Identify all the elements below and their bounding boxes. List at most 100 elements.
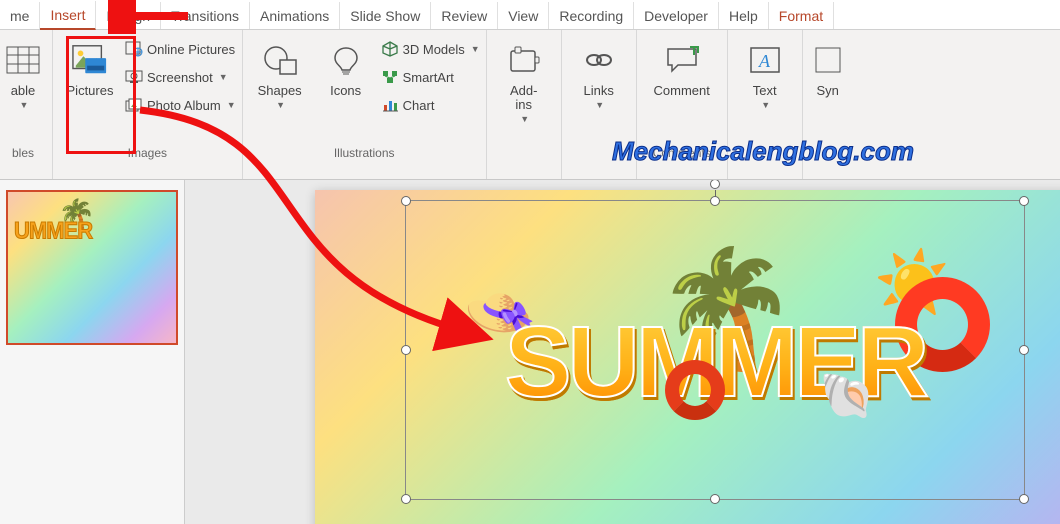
online-pictures-icon bbox=[125, 40, 143, 58]
resize-handle-sw[interactable] bbox=[401, 494, 411, 504]
group-tables: able ▼ bles bbox=[0, 30, 53, 179]
group-symbols: Syn bbox=[803, 30, 853, 179]
tab-design[interactable]: Design bbox=[96, 2, 161, 29]
photo-album-button[interactable]: Photo Album ▼ bbox=[125, 94, 236, 116]
textbox-icon: A bbox=[747, 42, 783, 78]
group-label-text bbox=[734, 144, 796, 162]
screenshot-label: Screenshot bbox=[147, 70, 213, 85]
resize-handle-ne[interactable] bbox=[1019, 196, 1029, 206]
shapes-label: Shapes bbox=[258, 84, 302, 98]
chart-button[interactable]: Chart bbox=[381, 94, 480, 116]
chevron-down-icon: ▼ bbox=[761, 98, 770, 112]
comment-label: Comment bbox=[654, 84, 710, 98]
links-button[interactable]: Links ▼ bbox=[568, 34, 630, 144]
smartart-icon bbox=[381, 68, 399, 86]
ribbon-tabs: me Insert Design Transitions Animations … bbox=[0, 0, 1060, 30]
resize-handle-w[interactable] bbox=[401, 345, 411, 355]
comment-icon bbox=[664, 42, 700, 78]
tab-developer[interactable]: Developer bbox=[634, 2, 719, 29]
group-illustrations: Shapes ▼ Icons 3D Models ▼ bbox=[243, 30, 487, 179]
addins-label: Add- ins bbox=[510, 84, 537, 112]
resize-handle-s[interactable] bbox=[710, 494, 720, 504]
screenshot-button[interactable]: Screenshot ▼ bbox=[125, 66, 236, 88]
group-comments: Comment Comments bbox=[637, 30, 728, 179]
online-pictures-button[interactable]: Online Pictures bbox=[125, 38, 236, 60]
addins-button[interactable]: Add- ins ▼ bbox=[493, 34, 555, 144]
svg-text:A: A bbox=[758, 51, 771, 71]
3d-models-label: 3D Models bbox=[403, 42, 465, 57]
shapes-icon bbox=[262, 42, 298, 78]
chevron-down-icon: ▼ bbox=[471, 44, 480, 54]
symbols-button[interactable]: Syn bbox=[809, 34, 847, 144]
icons-icon bbox=[328, 42, 364, 78]
tab-view[interactable]: View bbox=[498, 2, 549, 29]
icons-button[interactable]: Icons bbox=[315, 34, 377, 144]
group-addins: Add- ins ▼ bbox=[487, 30, 562, 179]
lifebuoy-icon bbox=[665, 360, 725, 420]
tab-help[interactable]: Help bbox=[719, 2, 769, 29]
comment-button[interactable]: Comment bbox=[643, 34, 721, 144]
text-label: Text bbox=[753, 84, 777, 98]
shapes-button[interactable]: Shapes ▼ bbox=[249, 34, 311, 144]
ribbon: able ▼ bles Pictures Online Pictures bbox=[0, 30, 1060, 180]
tab-slideshow[interactable]: Slide Show bbox=[340, 2, 431, 29]
tab-recording[interactable]: Recording bbox=[549, 2, 634, 29]
3d-models-button[interactable]: 3D Models ▼ bbox=[381, 38, 480, 60]
photo-album-label: Photo Album bbox=[147, 98, 221, 113]
group-text: A Text ▼ bbox=[728, 30, 803, 179]
group-label-tables: bles bbox=[0, 144, 46, 162]
chevron-down-icon: ▼ bbox=[595, 98, 604, 112]
summer-art: 🌴 ☀️ 👒 SUMMER 🐚 bbox=[435, 312, 995, 412]
slide[interactable]: 🌴 ☀️ 👒 SUMMER 🐚 CLICK TO ADD TITLE bbox=[315, 190, 1060, 524]
icons-label: Icons bbox=[330, 84, 361, 98]
screenshot-icon bbox=[125, 68, 143, 86]
addins-icon bbox=[506, 42, 542, 78]
picture-icon bbox=[72, 42, 108, 78]
chart-label: Chart bbox=[403, 98, 435, 113]
symbol-icon bbox=[810, 42, 846, 78]
group-label-comments: Comments bbox=[643, 144, 721, 162]
selected-picture[interactable]: 🌴 ☀️ 👒 SUMMER 🐚 bbox=[405, 200, 1025, 500]
tab-insert[interactable]: Insert bbox=[40, 1, 96, 30]
tab-format[interactable]: Format bbox=[769, 2, 834, 29]
cube-icon bbox=[381, 40, 399, 58]
table-label: able bbox=[11, 84, 36, 98]
table-icon bbox=[5, 42, 41, 78]
resize-handle-n[interactable] bbox=[710, 196, 720, 206]
pictures-button[interactable]: Pictures bbox=[59, 34, 121, 144]
tab-home[interactable]: me bbox=[0, 2, 40, 29]
chevron-down-icon: ▼ bbox=[520, 112, 529, 126]
group-label-links bbox=[568, 144, 630, 162]
rotate-handle[interactable] bbox=[710, 180, 720, 189]
tab-animations[interactable]: Animations bbox=[250, 2, 340, 29]
chart-icon bbox=[381, 96, 399, 114]
symbols-label: Syn bbox=[817, 84, 839, 98]
slide-thumbnails[interactable]: 🌴 UMMER bbox=[0, 180, 185, 524]
slide-thumbnail-1[interactable]: 🌴 UMMER bbox=[6, 190, 178, 345]
group-label-illustrations: Illustrations bbox=[249, 144, 480, 162]
tab-review[interactable]: Review bbox=[431, 2, 498, 29]
workspace: 🌴 UMMER 🌴 ☀️ 👒 SUMMER bbox=[0, 180, 1060, 524]
group-label-symbols bbox=[809, 144, 847, 162]
group-label-addins bbox=[493, 144, 555, 162]
chevron-down-icon: ▼ bbox=[20, 98, 29, 112]
tab-transitions[interactable]: Transitions bbox=[161, 2, 250, 29]
thumb-summer-text: UMMER bbox=[14, 217, 92, 246]
group-links: Links ▼ bbox=[562, 30, 637, 179]
smartart-button[interactable]: SmartArt bbox=[381, 66, 480, 88]
resize-handle-se[interactable] bbox=[1019, 494, 1029, 504]
group-label-images: Images bbox=[59, 144, 236, 162]
resize-handle-nw[interactable] bbox=[401, 196, 411, 206]
resize-handle-e[interactable] bbox=[1019, 345, 1029, 355]
crab-icon: 🐚 bbox=[819, 369, 875, 422]
photo-album-icon bbox=[125, 96, 143, 114]
links-label: Links bbox=[584, 84, 614, 98]
chevron-down-icon: ▼ bbox=[219, 72, 228, 82]
link-icon bbox=[581, 42, 617, 78]
chevron-down-icon: ▼ bbox=[227, 100, 236, 110]
online-pictures-label: Online Pictures bbox=[147, 42, 235, 57]
text-button[interactable]: A Text ▼ bbox=[734, 34, 796, 144]
table-button[interactable]: able ▼ bbox=[0, 34, 46, 144]
slide-canvas[interactable]: 🌴 ☀️ 👒 SUMMER 🐚 CLICK TO ADD TITLE bbox=[185, 180, 1060, 524]
smartart-label: SmartArt bbox=[403, 70, 454, 85]
